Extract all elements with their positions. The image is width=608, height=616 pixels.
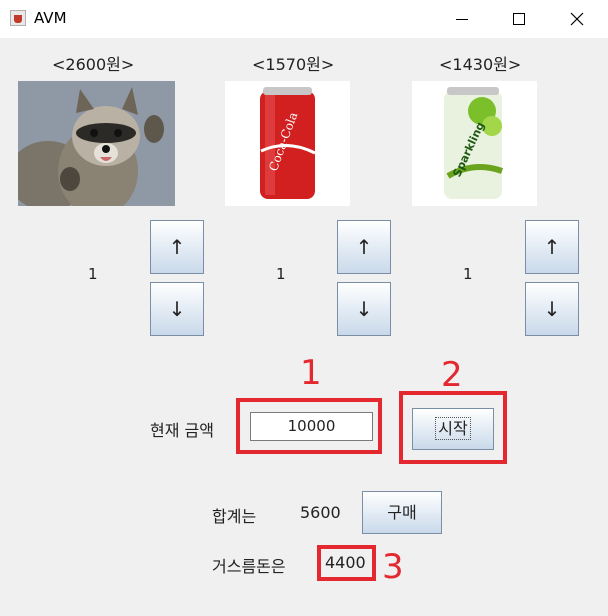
tropicana-sparkling-can-image: Sparkling <box>412 81 537 206</box>
change-label: 거스름돈은 <box>212 557 286 576</box>
close-icon <box>570 12 584 26</box>
minimize-button[interactable] <box>432 0 490 38</box>
minimize-icon <box>456 19 468 20</box>
annotation-box-3 <box>317 545 376 581</box>
increase-raccoon-button[interactable]: ↑ <box>150 220 204 274</box>
close-button[interactable] <box>548 0 606 38</box>
maximize-button[interactable] <box>490 0 548 38</box>
price-label-raccoon: <2600원> <box>52 55 135 74</box>
price-label-tropicana: <1430원> <box>439 55 522 74</box>
increase-cola-button[interactable]: ↑ <box>337 220 391 274</box>
quantity-tropicana: 1 <box>463 265 473 283</box>
quantity-raccoon: 1 <box>88 265 98 283</box>
annotation-box-1 <box>236 398 382 454</box>
maximize-icon <box>513 13 525 25</box>
total-label: 합계는 <box>212 507 257 526</box>
coca-cola-can-image: Coca-Cola <box>225 81 350 206</box>
decrease-tropicana-button[interactable]: ↓ <box>525 282 579 336</box>
annotation-number-1: 1 <box>300 353 322 393</box>
java-app-icon <box>10 10 26 26</box>
decrease-cola-button[interactable]: ↓ <box>337 282 391 336</box>
annotation-box-2 <box>399 391 507 464</box>
title-bar: AVM <box>0 0 608 38</box>
buy-button[interactable]: 구매 <box>362 491 442 534</box>
total-value: 5600 <box>300 503 341 522</box>
annotation-number-2: 2 <box>441 355 463 395</box>
price-label-cola: <1570원> <box>252 55 335 74</box>
current-money-label: 현재 금액 <box>150 421 214 440</box>
annotation-number-3: 3 <box>382 547 404 587</box>
quantity-cola: 1 <box>276 265 286 283</box>
window-title: AVM <box>34 9 67 27</box>
increase-tropicana-button[interactable]: ↑ <box>525 220 579 274</box>
decrease-raccoon-button[interactable]: ↓ <box>150 282 204 336</box>
raccoon-image <box>18 81 175 206</box>
